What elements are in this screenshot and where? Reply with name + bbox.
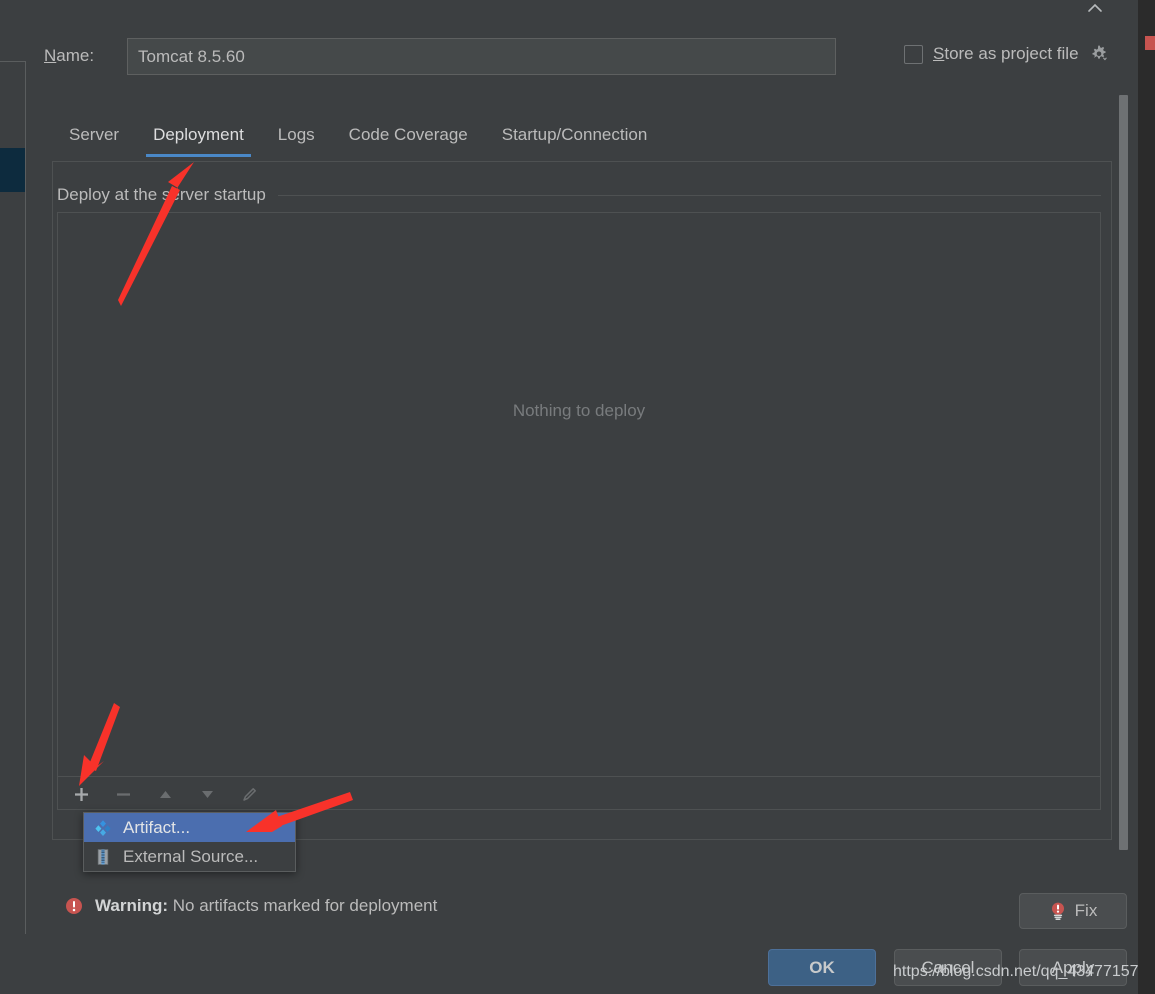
ok-button[interactable]: OK <box>768 949 876 986</box>
config-tabs: Server Deployment Logs Code Coverage Sta… <box>52 118 1112 160</box>
fix-button[interactable]: Fix <box>1019 893 1127 929</box>
name-label-rest: ame: <box>56 46 95 65</box>
tab-startup-connection[interactable]: Startup/Connection <box>485 118 665 152</box>
background-editor-gutter <box>1138 0 1155 994</box>
add-icon[interactable] <box>65 780 97 810</box>
tab-label: Deployment <box>153 125 244 144</box>
deploy-list[interactable]: Nothing to deploy <box>57 212 1101 810</box>
menu-item-label: Artifact... <box>123 817 191 837</box>
gear-icon[interactable] <box>1089 44 1109 64</box>
screen: Name: Store as project file Server Deplo… <box>0 0 1155 994</box>
add-deployment-popup-menu: Artifact... External Source... <box>83 812 296 872</box>
remove-icon[interactable] <box>107 780 139 810</box>
close-icon[interactable] <box>1082 0 1108 21</box>
name-input[interactable] <box>127 38 836 75</box>
tab-server[interactable]: Server <box>52 118 136 152</box>
tab-label: Logs <box>277 125 315 144</box>
ok-label: OK <box>809 957 835 977</box>
deploy-toolbar <box>57 776 1101 812</box>
deploy-group-title: Deploy at the server startup <box>57 185 266 204</box>
group-separator <box>277 194 1101 196</box>
warning-row: Warning: No artifacts marked for deploym… <box>64 896 437 916</box>
dialog-vertical-scrollbar[interactable] <box>1119 95 1128 850</box>
run-configuration-dialog: Name: Store as project file Server Deplo… <box>26 0 1138 994</box>
edit-pencil-icon[interactable] <box>233 780 265 810</box>
watermark: https://blog.csdn.net/qq_43477157 <box>893 963 1139 980</box>
store-as-project-file-label: Store as project file <box>933 44 1079 64</box>
tab-logs[interactable]: Logs <box>261 118 332 152</box>
background-error-marker <box>1145 36 1155 50</box>
fix-button-label: Fix <box>1074 901 1098 920</box>
deploy-empty-message: Nothing to deploy <box>512 401 646 420</box>
tab-deployment[interactable]: Deployment <box>136 118 261 157</box>
tab-label: Server <box>69 125 120 144</box>
error-circle-icon <box>64 896 84 916</box>
deploy-group-header: Deploy at the server startup <box>57 183 1101 207</box>
external-source-icon <box>94 848 112 866</box>
move-up-icon[interactable] <box>149 780 181 810</box>
lightbulb-error-icon <box>1049 901 1067 921</box>
store-label-mnemonic: S <box>933 44 945 63</box>
background-left-panel <box>0 61 26 934</box>
menu-item-artifact[interactable]: Artifact... <box>84 813 295 842</box>
artifact-icon <box>94 819 112 837</box>
tab-code-coverage[interactable]: Code Coverage <box>332 118 485 152</box>
menu-item-external-source[interactable]: External Source... <box>84 842 295 871</box>
warning-message: No artifacts marked for deployment <box>172 896 438 915</box>
name-row: Name: Store as project file <box>26 38 1138 76</box>
warning-prefix: Warning: <box>95 896 169 915</box>
name-label: Name: <box>44 46 94 66</box>
move-down-icon[interactable] <box>191 780 223 810</box>
background-selected-item <box>0 148 25 192</box>
name-label-mnemonic: N <box>44 46 57 65</box>
store-as-project-file-checkbox[interactable] <box>904 44 923 64</box>
menu-item-label: External Source... <box>123 846 259 866</box>
warning-text: Warning: No artifacts marked for deploym… <box>95 896 437 916</box>
store-as-project-file-row[interactable]: Store as project file <box>904 44 1109 64</box>
tab-label: Startup/Connection <box>501 125 648 144</box>
tab-label: Code Coverage <box>348 125 468 144</box>
store-label-rest: tore as project file <box>944 44 1079 63</box>
